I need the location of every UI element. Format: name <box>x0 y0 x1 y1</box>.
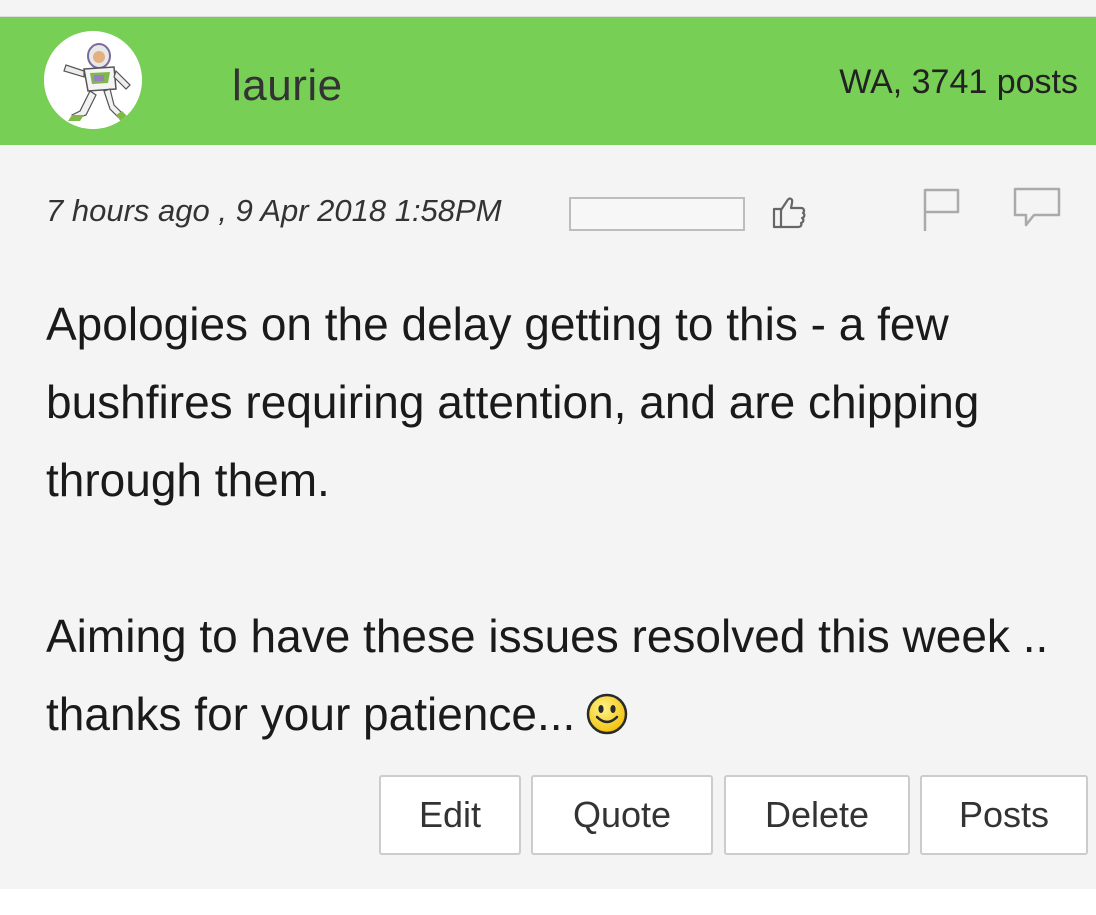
comment-icon[interactable] <box>1012 185 1062 233</box>
flag-icon[interactable] <box>920 185 964 233</box>
avatar-image <box>44 31 142 129</box>
edit-button[interactable]: Edit <box>379 775 521 855</box>
delete-button[interactable]: Delete <box>724 775 910 855</box>
top-divider <box>0 0 1096 17</box>
posts-button[interactable]: Posts <box>920 775 1088 855</box>
post-header: laurie WA, 3741 posts <box>0 17 1096 145</box>
smiley-icon <box>585 681 629 735</box>
page-bottom <box>0 889 1096 915</box>
post-body: 7 hours ago , 9 Apr 2018 1:58PM Apologie… <box>0 145 1096 891</box>
user-location-postcount: WA, 3741 posts <box>839 63 1078 101</box>
user-avatar[interactable] <box>44 31 142 129</box>
quote-button[interactable]: Quote <box>531 775 713 855</box>
post-paragraph-1: Apologies on the delay getting to this -… <box>46 298 980 506</box>
thumbs-up-icon[interactable] <box>768 191 810 233</box>
post-paragraph-2-text: Aiming to have these issues resolved thi… <box>46 610 1049 740</box>
username[interactable]: laurie <box>232 61 343 111</box>
post-paragraph-2: Aiming to have these issues resolved thi… <box>46 597 1066 753</box>
post-timestamp: 7 hours ago , 9 Apr 2018 1:58PM <box>46 193 502 228</box>
post-content: Apologies on the delay getting to this -… <box>46 285 1066 753</box>
like-count-box <box>569 197 745 231</box>
